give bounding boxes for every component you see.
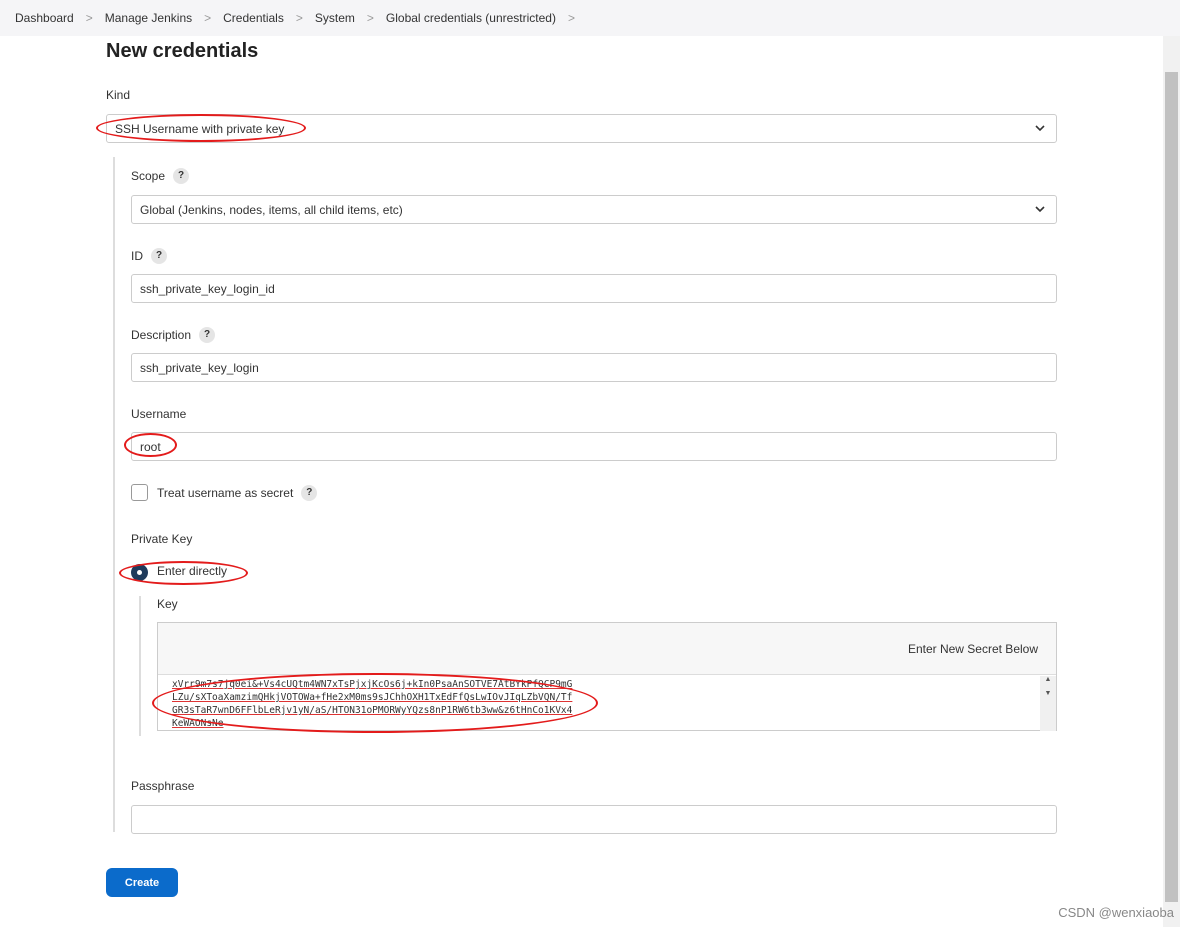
section-divider — [113, 157, 115, 832]
id-label: ID? — [131, 248, 167, 264]
passphrase-input[interactable] — [131, 805, 1057, 834]
create-button[interactable]: Create — [106, 868, 178, 897]
scope-label: Scope? — [131, 168, 190, 184]
key-section-divider — [139, 596, 141, 736]
chevron-right-icon[interactable]: > — [367, 11, 374, 25]
breadcrumb-dashboard[interactable]: Dashboard — [15, 11, 74, 25]
breadcrumb-manage-jenkins[interactable]: Manage Jenkins — [105, 11, 192, 25]
annotation-ellipse — [152, 673, 598, 733]
scope-select[interactable]: Global (Jenkins, nodes, items, all child… — [131, 195, 1057, 224]
chevron-down-icon — [1035, 206, 1045, 213]
chevron-right-icon[interactable]: > — [86, 11, 93, 25]
breadcrumb-global-credentials[interactable]: Global credentials (unrestricted) — [386, 11, 556, 25]
annotation-ellipse — [119, 561, 248, 585]
page-title: New credentials — [106, 40, 259, 62]
help-icon[interactable]: ? — [173, 168, 190, 184]
description-input[interactable]: ssh_private_key_login — [131, 353, 1057, 382]
scope-label-text: Scope — [131, 169, 166, 183]
username-input[interactable]: root — [131, 432, 1057, 461]
treat-username-secret-checkbox[interactable] — [131, 484, 148, 501]
breadcrumb: Dashboard > Manage Jenkins > Credentials > … — [0, 0, 1180, 36]
private-key-label: Private Key — [131, 532, 193, 546]
scrollbar-thumb[interactable] — [1165, 72, 1178, 902]
chevron-right-icon[interactable]: > — [568, 11, 575, 25]
kind-label: Kind — [106, 88, 131, 102]
scope-value: Global (Jenkins, nodes, items, all child… — [140, 202, 403, 217]
page-scrollbar[interactable] — [1163, 36, 1180, 927]
annotation-ellipse — [124, 433, 177, 457]
watermark: CSDN @wenxiaoba — [1058, 905, 1174, 920]
id-input[interactable]: ssh_private_key_login_id — [131, 274, 1057, 303]
annotation-ellipse — [96, 114, 306, 142]
breadcrumb-system[interactable]: System — [315, 11, 355, 25]
help-icon[interactable]: ? — [301, 485, 318, 501]
treat-secret-label: Treat username as secret? — [157, 485, 318, 501]
help-icon[interactable]: ? — [151, 248, 167, 264]
key-label: Key — [157, 597, 178, 611]
chevron-right-icon[interactable]: > — [204, 11, 211, 25]
description-label: Description? — [131, 327, 216, 343]
chevron-down-icon — [1035, 125, 1045, 132]
treat-secret-text: Treat username as secret — [157, 486, 294, 500]
description-label-text: Description — [131, 328, 192, 342]
id-label-text: ID — [131, 249, 143, 263]
chevron-right-icon[interactable]: > — [296, 11, 303, 25]
textarea-scrollbar[interactable]: ▲ ▼ — [1040, 676, 1056, 731]
breadcrumb-credentials[interactable]: Credentials — [223, 11, 284, 25]
secret-hint: Enter New Secret Below — [158, 623, 1056, 675]
help-icon[interactable]: ? — [199, 327, 216, 343]
username-label: Username — [131, 407, 187, 421]
passphrase-label: Passphrase — [131, 779, 195, 793]
